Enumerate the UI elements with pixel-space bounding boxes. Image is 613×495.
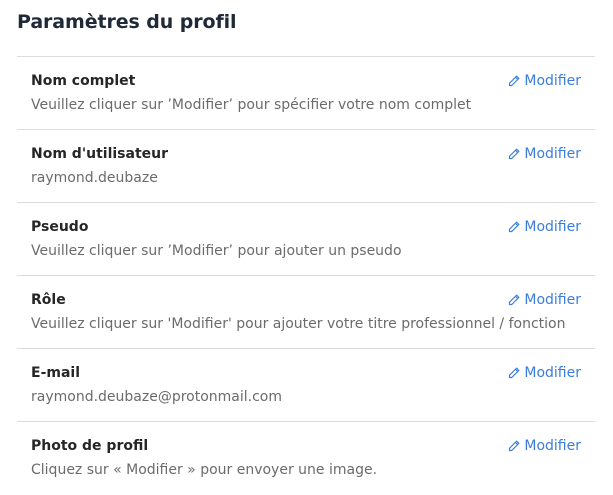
pencil-icon: [509, 367, 520, 379]
edit-nickname-button[interactable]: Modifier: [508, 219, 581, 235]
edit-label: Modifier: [524, 219, 581, 235]
field-value: Veuillez cliquer sur 'Modifier' pour ajo…: [31, 316, 566, 332]
edit-role-button[interactable]: Modifier: [508, 292, 581, 308]
list-item-full-name: Nom complet Veuillez cliquer sur ’Modifi…: [17, 57, 595, 130]
list-item-role: Rôle Veuillez cliquer sur 'Modifier' pou…: [17, 276, 595, 349]
field-value: raymond.deubaze@protonmail.com: [31, 389, 283, 405]
field-value: Cliquez sur « Modifier » pour envoyer un…: [31, 462, 378, 478]
profile-settings-list: Nom complet Veuillez cliquer sur ’Modifi…: [17, 56, 595, 495]
field-value: Veuillez cliquer sur ’Modifier’ pour spé…: [31, 97, 472, 113]
edit-label: Modifier: [524, 438, 581, 454]
list-item-profile-photo: Photo de profil Cliquez sur « Modifier »…: [17, 422, 595, 495]
edit-email-button[interactable]: Modifier: [508, 365, 581, 381]
field-value: raymond.deubaze: [31, 170, 158, 186]
list-item-username: Nom d'utilisateur raymond.deubaze Modifi…: [17, 130, 595, 203]
edit-label: Modifier: [524, 292, 581, 308]
field-label: Rôle: [31, 292, 66, 308]
edit-label: Modifier: [524, 365, 581, 381]
field-label: E-mail: [31, 365, 81, 381]
pencil-icon: [509, 294, 520, 306]
pencil-icon: [509, 440, 520, 452]
edit-username-button[interactable]: Modifier: [508, 146, 581, 162]
edit-label: Modifier: [524, 146, 581, 162]
edit-profile-photo-button[interactable]: Modifier: [508, 438, 581, 454]
field-value: Veuillez cliquer sur ’Modifier’ pour ajo…: [31, 243, 402, 259]
pencil-icon: [509, 75, 520, 87]
edit-full-name-button[interactable]: Modifier: [508, 73, 581, 89]
field-label: Nom d'utilisateur: [31, 146, 168, 162]
field-label: Nom complet: [31, 73, 136, 89]
edit-label: Modifier: [524, 73, 581, 89]
field-label: Pseudo: [31, 219, 89, 235]
list-item-nickname: Pseudo Veuillez cliquer sur ’Modifier’ p…: [17, 203, 595, 276]
pencil-icon: [509, 221, 520, 233]
field-label: Photo de profil: [31, 438, 149, 454]
list-item-email: E-mail raymond.deubaze@protonmail.com Mo…: [17, 349, 595, 422]
pencil-icon: [509, 148, 520, 160]
page-title: Paramètres du profil: [17, 11, 237, 33]
